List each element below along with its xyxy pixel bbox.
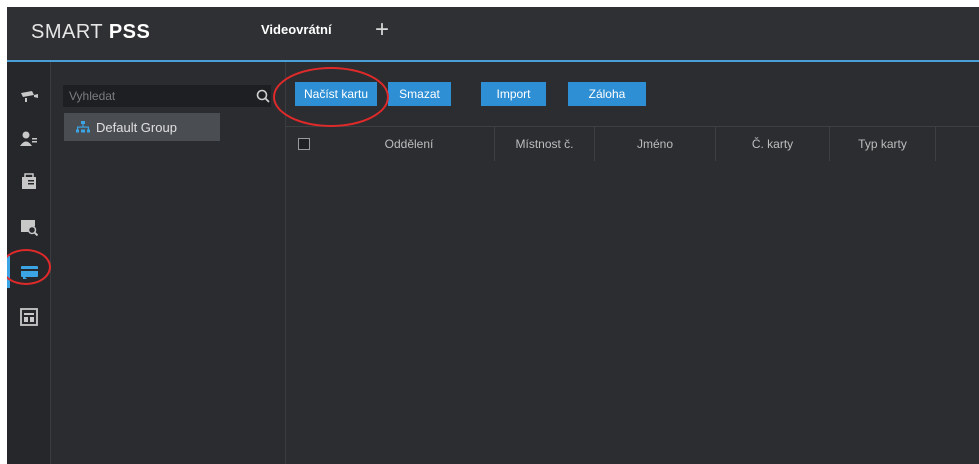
- camera-icon[interactable]: [7, 82, 50, 110]
- delete-button[interactable]: Smazat: [388, 82, 451, 106]
- import-button[interactable]: Import: [481, 82, 546, 106]
- search-record-icon[interactable]: [7, 213, 50, 241]
- org-tree-icon: [76, 121, 90, 133]
- group-item-default[interactable]: Default Group: [64, 113, 220, 141]
- column-header[interactable]: Místnost č.: [495, 127, 595, 161]
- column-header[interactable]: Jméno: [595, 127, 716, 161]
- column-header[interactable]: Č. karty: [716, 127, 830, 161]
- group-label: Default Group: [96, 119, 177, 135]
- column-header[interactable]: Typ karty: [830, 127, 936, 161]
- app-logo: SMART PSS: [31, 21, 151, 43]
- module-sidebar: [7, 62, 51, 464]
- table-body: [286, 161, 979, 464]
- top-bar: SMART PSS Videovrátní +: [7, 7, 979, 62]
- card-issue-icon[interactable]: [7, 256, 50, 288]
- select-all-checkbox[interactable]: [298, 138, 310, 150]
- read-card-button[interactable]: Načíst kartu: [295, 82, 377, 106]
- add-tab-button[interactable]: +: [375, 18, 389, 42]
- group-panel: Default Group: [51, 62, 286, 464]
- search-icon[interactable]: [256, 89, 270, 103]
- user-icon[interactable]: [7, 125, 50, 153]
- main-content: Načíst kartu Smazat Import Záloha Odděle…: [286, 62, 979, 464]
- table-header: Oddělení Místnost č. Jméno Č. karty Typ …: [286, 126, 979, 162]
- column-header[interactable]: Oddělení: [324, 127, 495, 161]
- tab-videovratni[interactable]: Videovrátní: [261, 22, 332, 37]
- dashboard-icon[interactable]: [7, 303, 50, 331]
- access-card-icon[interactable]: [7, 168, 50, 196]
- search-input[interactable]: [63, 85, 271, 107]
- app-window: SMART PSS Videovrátní + Default Group: [7, 7, 979, 464]
- backup-button[interactable]: Záloha: [568, 82, 646, 106]
